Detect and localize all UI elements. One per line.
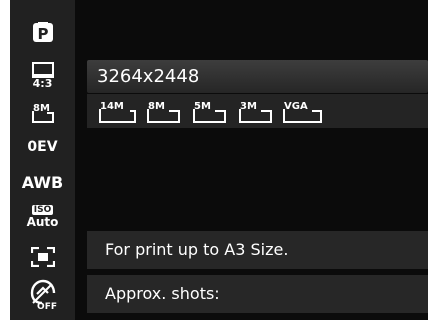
size-option-3m[interactable]: 3M	[237, 98, 275, 124]
size-option-vga[interactable]: VGA	[281, 98, 327, 124]
iso-setting[interactable]: ISO Auto	[10, 200, 75, 234]
face-detect-icon	[30, 247, 55, 267]
camera-menu-screen: P 4:3 8M 0EV AWB ISO Auto OFF 3264x2448 …	[10, 0, 428, 320]
stabilizer-setting[interactable]: OFF	[10, 278, 75, 312]
size-option-label: 8M	[148, 101, 165, 112]
approx-shots-label: Approx. shots:	[105, 284, 220, 303]
size-description: For print up to A3 Size.	[105, 240, 289, 259]
settings-sidebar: P 4:3 8M 0EV AWB ISO Auto OFF	[10, 0, 75, 320]
iso-value: Auto	[26, 215, 59, 229]
aspect-ratio-icon	[31, 62, 54, 78]
size-option-label: VGA	[284, 101, 308, 112]
stabilizer-label: OFF	[37, 302, 57, 311]
program-mode-icon[interactable]: P	[10, 18, 75, 46]
image-size-setting[interactable]: 8M	[10, 100, 75, 126]
exposure-setting[interactable]: 0EV	[10, 136, 75, 158]
size-menu-panel: 3264x2448 14M 8M 5M 3M VGA For print up …	[75, 0, 428, 320]
svg-text:P: P	[37, 25, 48, 43]
size-option-label: 5M	[194, 101, 211, 112]
size-option-label: 3M	[240, 101, 257, 112]
face-detect-setting[interactable]	[10, 244, 75, 270]
selected-resolution: 3264x2448	[97, 66, 200, 87]
iso-badge: ISO	[31, 205, 54, 215]
size-option-label: 14M	[100, 101, 124, 112]
size-option-14m[interactable]: 14M	[97, 98, 139, 124]
size-option-8m[interactable]: 8M	[145, 98, 183, 124]
image-size-label: 8M	[33, 103, 50, 114]
size-option-5m[interactable]: 5M	[191, 98, 229, 124]
stabilizer-off-icon: OFF	[30, 279, 57, 311]
white-balance-setting[interactable]: AWB	[10, 170, 75, 194]
aspect-ratio-setting[interactable]: 4:3	[10, 58, 75, 94]
aspect-ratio-label: 4:3	[32, 77, 53, 90]
